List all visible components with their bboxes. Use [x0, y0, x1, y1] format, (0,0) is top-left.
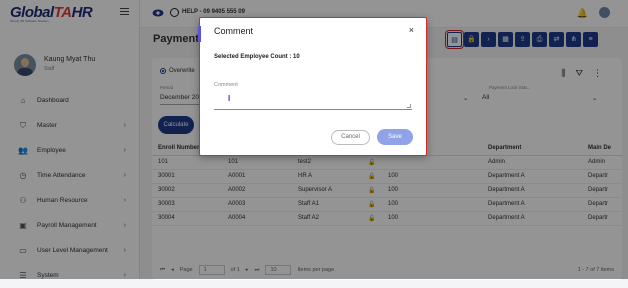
dialog-title: Comment — [214, 26, 254, 36]
selected-count-text: Selected Employee Count : 10 — [214, 54, 300, 60]
comment-dialog: Comment × Selected Employee Count : 10 C… — [198, 17, 427, 156]
comment-label: Comment — [214, 82, 238, 88]
comment-textarea[interactable]: I — [214, 92, 412, 110]
text-cursor-icon: I — [228, 94, 231, 103]
dialog-accent-bar — [198, 26, 201, 42]
cancel-button[interactable]: Cancel — [331, 130, 370, 145]
close-icon[interactable]: × — [409, 25, 414, 35]
save-button[interactable]: Save — [377, 129, 413, 145]
resize-handle-icon[interactable] — [407, 104, 411, 108]
